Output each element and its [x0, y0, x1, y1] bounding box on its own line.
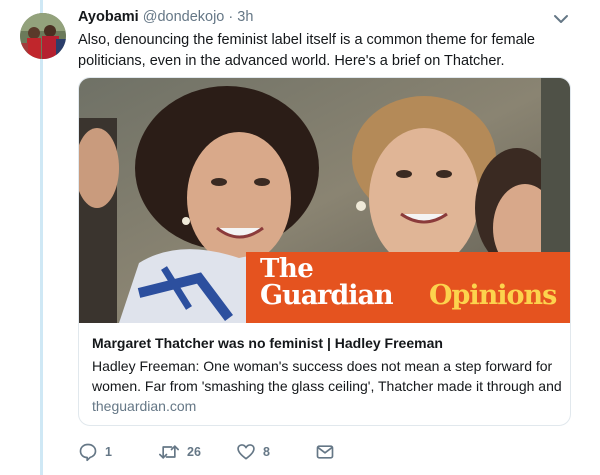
- retweet-icon: [158, 442, 180, 462]
- retweet-count: 26: [187, 445, 201, 459]
- envelope-icon: [315, 442, 335, 462]
- logo-guardian: Guardian: [260, 280, 394, 311]
- separator-dot: ·: [228, 9, 234, 25]
- card-body[interactable]: Margaret Thatcher was no feminist | Hadl…: [79, 323, 570, 425]
- guardian-opinions-banner: The Guardian Opinions: [246, 252, 570, 323]
- thread-connector-line: [40, 0, 43, 475]
- like-count: 8: [263, 445, 270, 459]
- avatar[interactable]: [20, 13, 66, 59]
- chevron-down-icon[interactable]: [552, 12, 570, 26]
- tweet-actions: 1 26 8: [78, 440, 378, 464]
- user-handle[interactable]: @dondekojo: [143, 9, 225, 25]
- card-domain: theguardian.com: [92, 398, 197, 414]
- retweet-button[interactable]: 26: [158, 440, 201, 464]
- card-title[interactable]: Margaret Thatcher was no feminist | Hadl…: [92, 335, 443, 351]
- timestamp[interactable]: 3h: [237, 9, 253, 25]
- reply-icon: [78, 442, 98, 462]
- tweet-text: Also, denouncing the feminist label itse…: [78, 32, 535, 69]
- reply-count: 1: [105, 445, 112, 459]
- link-card[interactable]: The Guardian Opinions Margaret Thatcher …: [78, 77, 571, 426]
- reply-button[interactable]: 1: [78, 440, 112, 464]
- heart-icon: [236, 442, 256, 462]
- card-image[interactable]: The Guardian Opinions: [79, 78, 570, 323]
- card-description: Hadley Freeman: One woman's success does…: [92, 358, 562, 394]
- display-name[interactable]: Ayobami: [78, 9, 139, 25]
- avatar-photo: [20, 13, 66, 59]
- tweet-header: Ayobami @dondekojo · 3h: [78, 9, 253, 29]
- like-button[interactable]: 8: [236, 440, 270, 464]
- logo-opinions: Opinions: [429, 280, 557, 311]
- direct-message-button[interactable]: [315, 440, 335, 464]
